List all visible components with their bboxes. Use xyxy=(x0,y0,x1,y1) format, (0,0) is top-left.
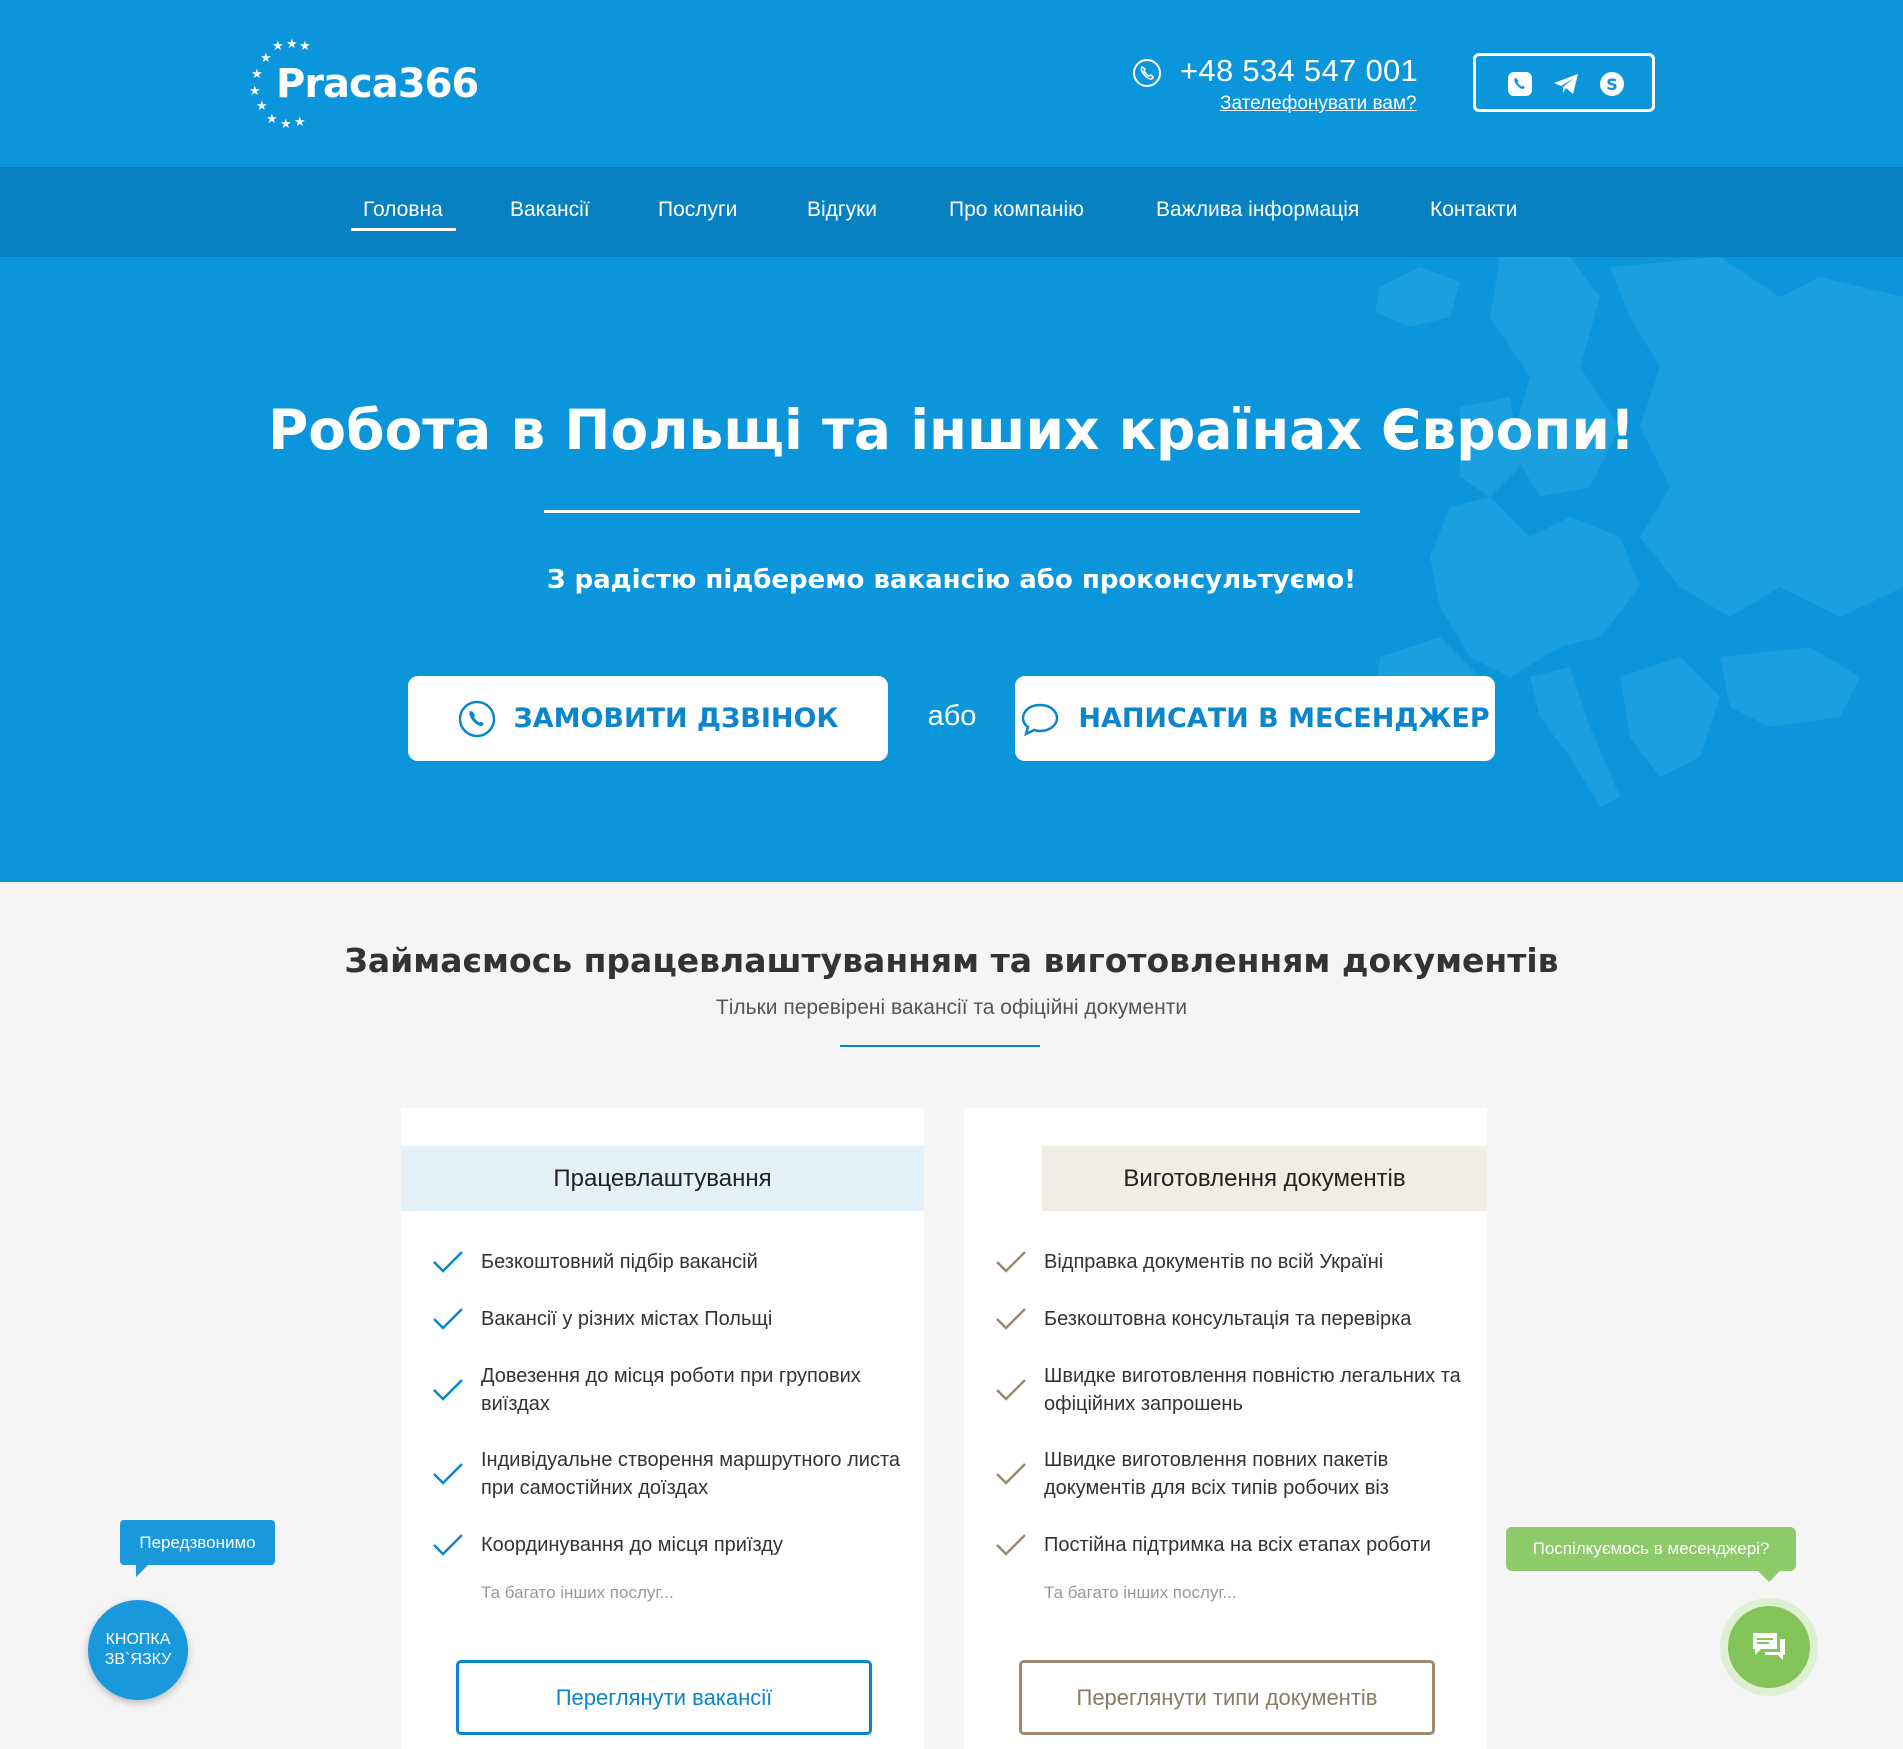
list-item: Координування до місця приїзду xyxy=(431,1531,901,1559)
list-item-text: Вакансії у різних містах Польщі xyxy=(481,1308,773,1330)
svg-text:S: S xyxy=(1606,75,1618,94)
documents-card: Виготовлення документів Відправка докуме… xyxy=(964,1108,1487,1749)
messenger-tooltip[interactable]: Поспілкуємось в месенджері? xyxy=(1506,1527,1796,1582)
list-item: Постійна підтримка на всіх етапах роботи xyxy=(994,1531,1464,1559)
list-item: Швидке виготовлення повністю легальних т… xyxy=(994,1362,1464,1418)
logo[interactable]: ★ ★ ★ ★ ★ ★ ★ ★ ★ ★ Praca366 xyxy=(246,38,479,132)
view-vacancies-button[interactable]: Переглянути вакансії xyxy=(456,1660,872,1735)
services-title: Займаємось працевлаштуванням та виготовл… xyxy=(344,941,1559,980)
svg-text:★: ★ xyxy=(251,67,263,82)
main-nav: Головна Вакансії Послуги Відгуки Про ком… xyxy=(0,167,1903,257)
view-document-types-button[interactable]: Переглянути типи документів xyxy=(1019,1660,1435,1735)
contact-button[interactable]: КНОПКА ЗВ`ЯЗКУ xyxy=(88,1600,188,1700)
checkmark-icon xyxy=(433,1251,463,1273)
documents-card-heading: Виготовлення документів xyxy=(1042,1146,1487,1211)
list-item: Безкоштовна консультація та перевірка xyxy=(994,1305,1464,1333)
chat-bubble-icon xyxy=(1022,703,1059,736)
services-subtitle: Тільки перевірені вакансії та офіційні д… xyxy=(715,996,1188,1019)
list-item: Відправка документів по всій Україні xyxy=(994,1248,1464,1276)
write-messenger-button[interactable]: НАПИСАТИ В МЕСЕНДЖЕР xyxy=(1015,676,1495,761)
list-item-text: Відправка документів по всій Україні xyxy=(1044,1251,1384,1273)
checkmark-icon xyxy=(433,1534,463,1556)
list-item-text: Безкоштовний підбір вакансій xyxy=(481,1251,758,1273)
messenger-links: S xyxy=(1473,53,1655,112)
list-item: Безкоштовний підбір вакансій xyxy=(431,1248,901,1276)
checkmark-icon xyxy=(433,1463,463,1485)
list-item-text: Довезення до місця роботи при групових в… xyxy=(481,1365,861,1415)
phone-icon xyxy=(458,700,495,737)
services-divider xyxy=(840,1045,1040,1047)
list-item: Довезення до місця роботи при групових в… xyxy=(431,1362,901,1418)
checkmark-icon xyxy=(996,1463,1026,1485)
phone-number[interactable]: +48 534 547 001 xyxy=(1180,53,1418,89)
checkmark-icon xyxy=(996,1379,1026,1401)
callback-link[interactable]: Зателефонувати вам? xyxy=(1220,93,1417,115)
list-item-text: Координування до місця приїзду xyxy=(481,1534,783,1556)
svg-text:★: ★ xyxy=(280,117,292,132)
nav-contacts[interactable]: Контакти xyxy=(1430,198,1517,222)
svg-text:★: ★ xyxy=(299,39,311,54)
skype-icon[interactable]: S xyxy=(1598,70,1626,98)
nav-important-info[interactable]: Важлива інформація xyxy=(1156,198,1359,222)
list-item-text: Швидке виготовлення повних пакетів докум… xyxy=(1044,1449,1389,1499)
nav-about[interactable]: Про компанію xyxy=(949,198,1084,222)
checkmark-icon xyxy=(996,1251,1026,1273)
nav-home[interactable]: Головна xyxy=(363,198,443,222)
chat-button[interactable] xyxy=(1728,1606,1810,1688)
nav-vacancies[interactable]: Вакансії xyxy=(510,198,590,222)
list-item-text: Індивідуальне створення маршрутного лист… xyxy=(481,1449,901,1499)
callback-tooltip[interactable]: Передзвонимо xyxy=(120,1520,275,1577)
nav-active-indicator xyxy=(351,228,456,231)
list-item-text: Безкоштовна консультація та перевірка xyxy=(1044,1308,1412,1330)
svg-text:★: ★ xyxy=(266,112,278,127)
list-item: Індивідуальне створення маршрутного лист… xyxy=(431,1446,901,1502)
nav-reviews[interactable]: Відгуки xyxy=(807,198,877,222)
employment-card: Працевлаштування Безкоштовний підбір вак… xyxy=(401,1108,924,1749)
checkmark-icon xyxy=(996,1534,1026,1556)
svg-text:★: ★ xyxy=(272,39,284,54)
phone-icon xyxy=(1133,59,1161,87)
svg-text:★: ★ xyxy=(294,115,306,130)
more-services-text: Та багато інших послуг... xyxy=(1044,1583,1237,1602)
list-item-text: Швидке виготовлення повністю легальних т… xyxy=(1044,1365,1461,1415)
chat-icon xyxy=(1753,1633,1785,1660)
viber-icon[interactable] xyxy=(1506,70,1534,98)
logo-text: Praca366 xyxy=(276,61,479,107)
hero-title: Робота в Польщі та інших країнах Європи! xyxy=(268,398,1635,462)
list-item: Швидке виготовлення повних пакетів докум… xyxy=(994,1446,1464,1502)
svg-text:★: ★ xyxy=(260,51,272,66)
site-header: ★ ★ ★ ★ ★ ★ ★ ★ ★ ★ Praca366 +48 534 547 001 За… xyxy=(0,0,1903,167)
hero-subtitle: З радістю підберемо вакансію або проконс… xyxy=(546,565,1357,595)
list-item-text: Постійна підтримка на всіх етапах роботи xyxy=(1044,1534,1431,1556)
employment-card-heading: Працевлаштування xyxy=(401,1146,924,1211)
more-services-text: Та багато інших послуг... xyxy=(481,1583,674,1602)
order-call-label: ЗАМОВИТИ ДЗВІНОК xyxy=(513,703,839,734)
list-item: Вакансії у різних містах Польщі xyxy=(431,1305,901,1333)
checkmark-icon xyxy=(996,1308,1026,1330)
svg-text:★: ★ xyxy=(249,84,261,99)
nav-services[interactable]: Послуги xyxy=(658,198,737,222)
or-text: або xyxy=(927,700,977,732)
hero-divider xyxy=(544,510,1360,513)
telegram-icon[interactable] xyxy=(1552,70,1580,98)
svg-text:★: ★ xyxy=(286,38,298,52)
order-call-button[interactable]: ЗАМОВИТИ ДЗВІНОК xyxy=(408,676,888,761)
checkmark-icon xyxy=(433,1379,463,1401)
checkmark-icon xyxy=(433,1308,463,1330)
write-messenger-label: НАПИСАТИ В МЕСЕНДЖЕР xyxy=(1078,703,1490,734)
